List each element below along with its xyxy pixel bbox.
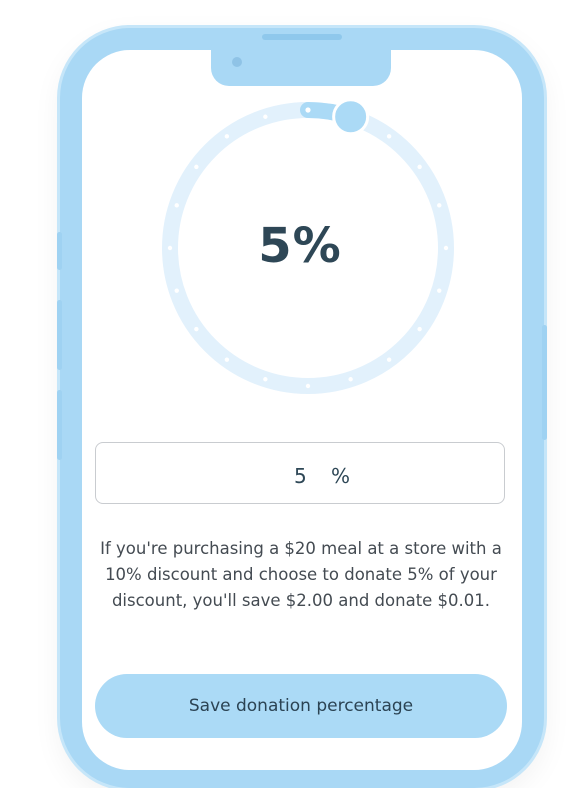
- dial-tick: [305, 383, 311, 389]
- dial-tick: [224, 357, 230, 362]
- dial-knob-handle[interactable]: [332, 98, 370, 136]
- save-donation-button[interactable]: Save donation percentage: [95, 674, 507, 738]
- dial-tick: [263, 377, 268, 382]
- dial-tick: [417, 164, 422, 170]
- dial-tick: [263, 114, 268, 119]
- side-button-left-middle: [57, 300, 62, 370]
- dial-tick: [174, 203, 179, 208]
- dial-tick: [386, 357, 392, 362]
- side-button-left-top: [57, 232, 62, 270]
- donation-description: If you're purchasing a $20 meal at a sto…: [100, 539, 502, 610]
- side-button-right: [542, 325, 547, 440]
- dial-tick: [417, 326, 422, 332]
- dial-tick: [443, 245, 449, 251]
- percentage-unit-label: %: [331, 464, 351, 488]
- dial-tick: [348, 377, 353, 382]
- dial-tick: [386, 134, 392, 139]
- dial-tick: [174, 288, 179, 293]
- dial-tick: [194, 326, 199, 332]
- dial-tick: [437, 288, 442, 293]
- percentage-input-value[interactable]: 5: [294, 464, 307, 488]
- dial-start-dot: [305, 107, 311, 113]
- dial-tick: [224, 134, 230, 139]
- donation-percentage-display: 5%: [258, 218, 342, 274]
- dial-tick: [437, 203, 442, 208]
- camera-icon: [232, 57, 242, 67]
- dial-tick: [194, 164, 199, 170]
- side-button-left-bottom: [57, 390, 62, 460]
